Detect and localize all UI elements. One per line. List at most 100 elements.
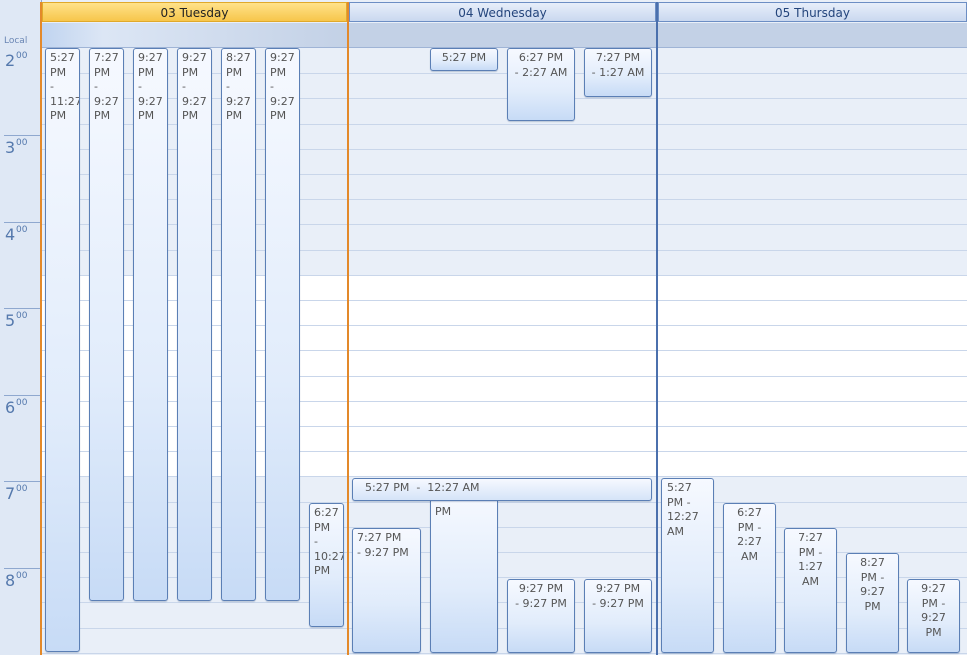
time-slot-line	[658, 476, 967, 477]
time-slot-line	[349, 350, 656, 351]
appointment[interactable]: 7:27 PM - 1:27 AM	[784, 528, 837, 653]
time-slot-line	[349, 376, 656, 377]
time-slot-line	[658, 325, 967, 326]
time-slot-line	[349, 124, 656, 125]
appointment-time: 9:27 PM - 9:27 PM	[182, 51, 207, 123]
time-slot-line	[658, 376, 967, 377]
appointment[interactable]: 6:27 PM - 10:27 PM	[309, 503, 344, 627]
appointment[interactable]: 8:27 PM - 9:27 PM	[846, 553, 899, 653]
time-slot-line	[349, 250, 656, 251]
hour-label: 5 00	[0, 308, 41, 395]
appointment-time: 6:27 PM - 10:27 PM	[314, 506, 344, 578]
time-slot-line	[658, 73, 967, 74]
appointment[interactable]: 9:27 PM - 9:27 PM	[265, 48, 300, 601]
time-slot-line	[349, 451, 656, 452]
day-header[interactable]: 03 Tuesday	[42, 2, 347, 22]
time-slot-line	[658, 426, 967, 427]
today-border	[347, 2, 349, 655]
time-slot-line	[42, 628, 347, 629]
appointment-time: 8:27 PM - 9:27 PM	[226, 51, 251, 123]
time-slot-line	[349, 199, 656, 200]
appointment-time: 7:27 PM - 9:27 PM	[357, 531, 409, 559]
hour-number: 6	[5, 398, 16, 417]
appointment[interactable]: 5:27 PM - 12:27 AM	[352, 478, 652, 501]
time-slot-line	[349, 502, 656, 503]
hour-number: 7	[5, 484, 16, 503]
appointment-time: 5:27 PM - 12:27 AM	[667, 481, 699, 538]
appointment-time: 9:27 PM - 9:27 PM	[270, 51, 295, 123]
time-slot-line	[349, 275, 656, 276]
appointment-time: 7:27 PM - 9:27 PM	[94, 51, 119, 123]
appointment[interactable]: - 11:27 PM	[430, 492, 498, 653]
appointment[interactable]: 7:27 PM - 9:27 PM	[352, 528, 421, 653]
appointment[interactable]: 5:27 PM - 11:27 PM	[45, 48, 80, 652]
hour-minutes: 00	[16, 138, 28, 148]
appointment[interactable]: 6:27 PM - 2:27 AM	[507, 48, 575, 121]
hour-minutes: 00	[16, 225, 28, 235]
timezone-label: Local	[4, 36, 28, 46]
time-slot-line	[349, 653, 656, 654]
appointment-time: 6:27 PM - 2:27 AM	[737, 506, 762, 563]
time-slot-line	[658, 300, 967, 301]
time-ruler: Local 2 00 3 00 4 00 5 00 6 00 7 00 8 00	[0, 0, 42, 655]
time-slot-line	[42, 653, 347, 654]
hour-label: 7 00	[0, 481, 41, 568]
hour-number: 3	[5, 138, 16, 157]
day-header[interactable]: 04 Wednesday	[349, 2, 656, 22]
all-day-area[interactable]	[658, 23, 967, 48]
time-slot-line	[349, 476, 656, 477]
hour-number: 5	[5, 311, 16, 330]
time-slot-line	[658, 98, 967, 99]
appointment-time: 9:27 PM - 9:27 PM	[592, 582, 644, 610]
hour-minutes: 00	[16, 311, 28, 321]
time-slot-line	[349, 426, 656, 427]
day-header[interactable]: 05 Thursday	[658, 2, 967, 22]
time-slot-line	[658, 174, 967, 175]
appointment-time: 9:27 PM - 9:27 PM	[515, 582, 567, 610]
hour-label: 4 00	[0, 222, 41, 309]
appointment[interactable]: 6:27 PM - 2:27 AM	[723, 503, 776, 653]
hour-number: 2	[5, 51, 16, 70]
appointment[interactable]: 9:27 PM - 9:27 PM	[507, 579, 575, 653]
calendar-day-view: Local 2 00 3 00 4 00 5 00 6 00 7 00 8 00…	[0, 0, 967, 655]
hour-number: 8	[5, 571, 16, 590]
appointment[interactable]: 9:27 PM - 9:27 PM	[907, 579, 960, 653]
hour-minutes: 00	[16, 398, 28, 408]
appointment[interactable]: 7:27 PM - 1:27 AM	[584, 48, 652, 97]
time-slot-line	[658, 250, 967, 251]
time-slot-line	[349, 401, 656, 402]
hour-number: 4	[5, 225, 16, 244]
appointment[interactable]: 9:27 PM - 9:27 PM	[584, 579, 652, 653]
time-slot-line	[658, 451, 967, 452]
time-slot-line	[658, 124, 967, 125]
appointment[interactable]: 5:27 PM	[430, 48, 498, 71]
appointment-time: 8:27 PM - 9:27 PM	[860, 556, 885, 613]
appointment[interactable]: 8:27 PM - 9:27 PM	[221, 48, 256, 601]
hour-label: 3 00	[0, 135, 41, 222]
appointment-time: 9:27 PM - 9:27 PM	[921, 582, 946, 639]
all-day-area[interactable]	[349, 23, 656, 48]
time-slot-line	[349, 98, 656, 99]
appointment-time: 5:27 PM - 11:27 PM	[50, 51, 80, 123]
time-slot-line	[658, 275, 967, 276]
appointment[interactable]: 5:27 PM - 12:27 AM	[661, 478, 714, 653]
time-slot-line	[349, 174, 656, 175]
hour-label: 8 00	[0, 568, 41, 655]
today-border	[40, 2, 42, 655]
hour-label: 2 00	[0, 48, 41, 135]
time-slot-line	[349, 224, 656, 225]
all-day-area[interactable]	[42, 23, 347, 48]
hour-minutes: 00	[16, 51, 28, 61]
appointment[interactable]: 7:27 PM - 9:27 PM	[89, 48, 124, 601]
time-slot-line	[349, 325, 656, 326]
appointment[interactable]: 9:27 PM - 9:27 PM	[177, 48, 212, 601]
hour-minutes: 00	[16, 571, 28, 581]
time-slot-line	[658, 224, 967, 225]
appointment[interactable]: 9:27 PM - 9:27 PM	[133, 48, 168, 601]
appointment-time: 9:27 PM - 9:27 PM	[138, 51, 163, 123]
time-slot-line	[658, 199, 967, 200]
time-slot-line	[42, 602, 347, 603]
hour-label: 6 00	[0, 395, 41, 482]
appointment-time: 7:27 PM - 1:27 AM	[798, 531, 823, 588]
time-slot-line	[349, 149, 656, 150]
